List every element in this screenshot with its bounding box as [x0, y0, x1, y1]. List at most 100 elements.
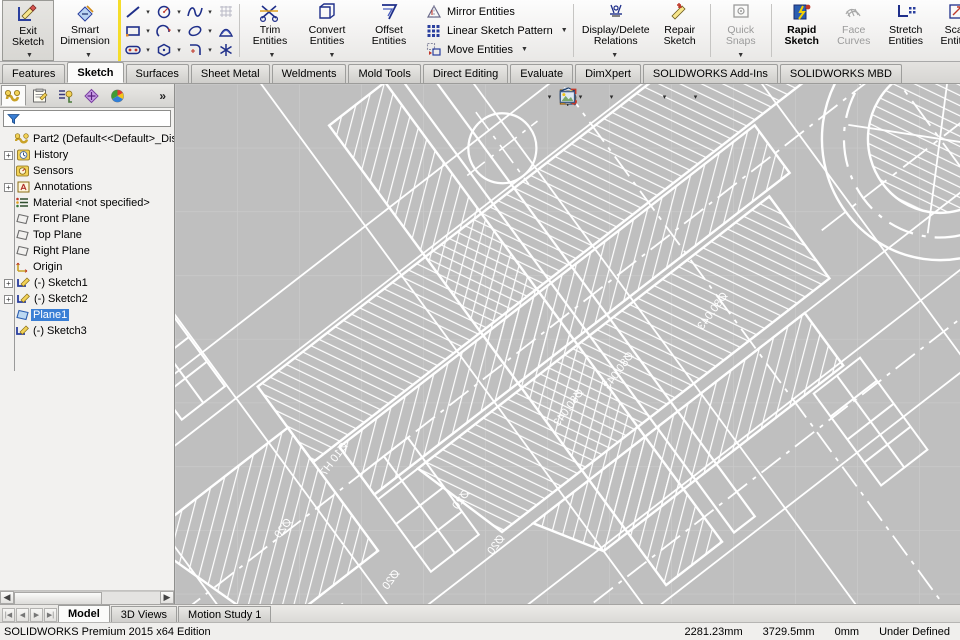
nav-next-button[interactable]: ▶ — [30, 608, 43, 622]
feature-manager-more-button[interactable]: » — [159, 89, 173, 103]
bottom-tab-3d-views[interactable]: 3D Views — [111, 606, 177, 622]
expand-annotations-button[interactable]: + — [3, 182, 14, 193]
move-entities-icon — [425, 41, 443, 58]
tree-item-annotations[interactable]: + Annotations — [0, 179, 174, 195]
exit-sketch-caret[interactable]: ▼ — [26, 52, 33, 59]
smart-dimension-caret[interactable]: ▼ — [85, 52, 92, 59]
fillet-caret[interactable]: ▾ — [206, 46, 214, 54]
tree-item-sketch1[interactable]: + (-) Sketch1 — [0, 275, 174, 291]
expand-sketch2-button[interactable]: + — [3, 294, 14, 305]
tree-item-sketch3[interactable]: (-) Sketch3 — [0, 323, 174, 339]
scroll-left-arrow[interactable]: ◀ — [0, 591, 14, 604]
arc-caret[interactable]: ▾ — [175, 27, 183, 35]
expand-sketch1-button[interactable]: + — [3, 278, 14, 289]
status-x-coordinate: 2281.23mm — [685, 626, 743, 638]
rectangle-caret[interactable]: ▾ — [144, 27, 152, 35]
tab-surfaces[interactable]: Surfaces — [126, 64, 189, 83]
tree-item-part[interactable]: Part2 (Default<<Default>_Disp — [0, 131, 174, 147]
move-entities-caret[interactable]: ▼ — [521, 46, 528, 53]
rectangle-tool-button[interactable] — [122, 22, 143, 40]
spline-on-surface-button[interactable] — [215, 3, 236, 21]
move-entities-button[interactable]: Move Entities ▼ — [425, 40, 568, 59]
trim-entities-icon — [258, 2, 282, 24]
convert-caret[interactable]: ▼ — [329, 52, 336, 59]
scale-entities-icon — [946, 2, 960, 24]
command-manager-tabs: Features Sketch Surfaces Sheet Metal Wel… — [0, 62, 960, 84]
tab-solidworks-add-ins[interactable]: SOLIDWORKS Add-Ins — [643, 64, 778, 83]
solidworks-window: Exit Sketch Smart Dimension ▼ ▼ — [0, 0, 960, 640]
tree-item-front-plane[interactable]: Front Plane — [0, 211, 174, 227]
dimxpert-manager-tab[interactable] — [79, 85, 104, 106]
mirror-entities-button[interactable]: Mirror Entities — [425, 2, 568, 21]
bottom-tab-model[interactable]: Model — [58, 605, 110, 622]
sketch-fillet-button[interactable] — [184, 41, 205, 59]
tab-sketch[interactable]: Sketch — [67, 62, 123, 83]
tab-dimxpert[interactable]: DimXpert — [575, 64, 641, 83]
feature-manager-tree-tab[interactable] — [1, 85, 26, 106]
sensors-icon — [14, 164, 31, 178]
quick-snaps-caret[interactable]: ▼ — [737, 52, 744, 59]
view-settings-icon — [436, 87, 699, 107]
feature-tree-horizontal-scrollbar[interactable]: ◀ ▶ — [0, 590, 174, 604]
property-manager-tab[interactable] — [27, 85, 52, 106]
scroll-thumb[interactable] — [14, 592, 102, 605]
nav-prev-button[interactable]: ◀ — [16, 608, 29, 622]
display-delete-relations-caret[interactable]: ▼ — [611, 52, 618, 59]
circle-tool-button[interactable] — [153, 3, 174, 21]
configuration-manager-tab[interactable] — [53, 85, 78, 106]
arc-tool-button[interactable] — [153, 22, 174, 40]
tab-direct-editing[interactable]: Direct Editing — [423, 64, 508, 83]
tab-solidworks-mbd[interactable]: SOLIDWORKS MBD — [780, 64, 902, 83]
tab-features[interactable]: Features — [2, 64, 65, 83]
display-manager-tab[interactable] — [105, 85, 130, 106]
scroll-right-arrow[interactable]: ▶ — [160, 591, 174, 604]
tab-mold-tools[interactable]: Mold Tools — [348, 64, 420, 83]
feature-tree-filter-input[interactable] — [3, 110, 171, 127]
tree-item-sensors[interactable]: Sensors — [0, 163, 174, 179]
tree-item-origin[interactable]: Origin — [0, 259, 174, 275]
bottom-tab-motion-study[interactable]: Motion Study 1 — [178, 606, 271, 622]
line-caret[interactable]: ▾ — [144, 8, 152, 16]
scroll-track[interactable] — [14, 591, 160, 604]
repair-sketch-button[interactable]: Repair Sketch — [654, 0, 706, 61]
tree-item-sketch2[interactable]: + (-) Sketch2 — [0, 291, 174, 307]
linear-sketch-pattern-button[interactable]: Linear Sketch Pattern ▼ — [425, 21, 568, 40]
ellipse-caret[interactable]: ▾ — [206, 27, 214, 35]
nav-last-button[interactable]: ▶| — [44, 608, 57, 622]
graphics-area[interactable]: Ø80.043 Ø80.043 Ø80.043 Ø20 Ø20 Ø20 Ø10 … — [175, 84, 960, 604]
linear-pattern-caret[interactable]: ▼ — [561, 27, 568, 34]
ellipse-tool-button[interactable] — [184, 22, 205, 40]
tab-evaluate[interactable]: Evaluate — [510, 64, 573, 83]
view-settings-button[interactable] — [670, 87, 690, 107]
tree-item-material[interactable]: Material <not specified> — [0, 195, 174, 211]
stretch-entities-button[interactable]: Stretch Entities — [880, 0, 932, 61]
sketch-icon — [15, 276, 32, 290]
offset-entities-label: Offset Entities — [372, 25, 406, 47]
arc-icon — [155, 23, 173, 39]
face-curves-button[interactable]: Face Curves — [828, 0, 880, 61]
tab-weldments[interactable]: Weldments — [272, 64, 347, 83]
tree-item-plane1[interactable]: Plane1 — [0, 307, 174, 323]
trim-caret[interactable]: ▼ — [269, 52, 276, 59]
slot-tool-button[interactable] — [122, 41, 143, 59]
slot-caret[interactable]: ▾ — [144, 46, 152, 54]
status-bar: SOLIDWORKS Premium 2015 x64 Edition 2281… — [0, 622, 960, 640]
smart-dimension-label: Smart Dimension — [60, 25, 110, 47]
point-tool-button[interactable] — [215, 41, 236, 59]
conic-tool-button[interactable] — [215, 22, 236, 40]
spline-tool-button[interactable] — [184, 3, 205, 21]
line-tool-button[interactable] — [122, 3, 143, 21]
circle-caret[interactable]: ▾ — [175, 8, 183, 16]
tab-sheet-metal[interactable]: Sheet Metal — [191, 64, 270, 83]
spline-caret[interactable]: ▾ — [206, 8, 214, 16]
rapid-sketch-button[interactable]: Rapid Sketch — [776, 0, 828, 61]
tree-item-label: (-) Sketch2 — [32, 293, 90, 305]
polygon-tool-button[interactable] — [153, 41, 174, 59]
tree-item-top-plane[interactable]: Top Plane — [0, 227, 174, 243]
nav-first-button[interactable]: |◀ — [2, 608, 15, 622]
scale-entities-button[interactable]: Scale Entities — [932, 0, 960, 61]
tree-item-right-plane[interactable]: Right Plane — [0, 243, 174, 259]
polygon-caret[interactable]: ▾ — [175, 46, 183, 54]
expand-history-button[interactable]: + — [3, 150, 14, 161]
tree-item-history[interactable]: + History — [0, 147, 174, 163]
